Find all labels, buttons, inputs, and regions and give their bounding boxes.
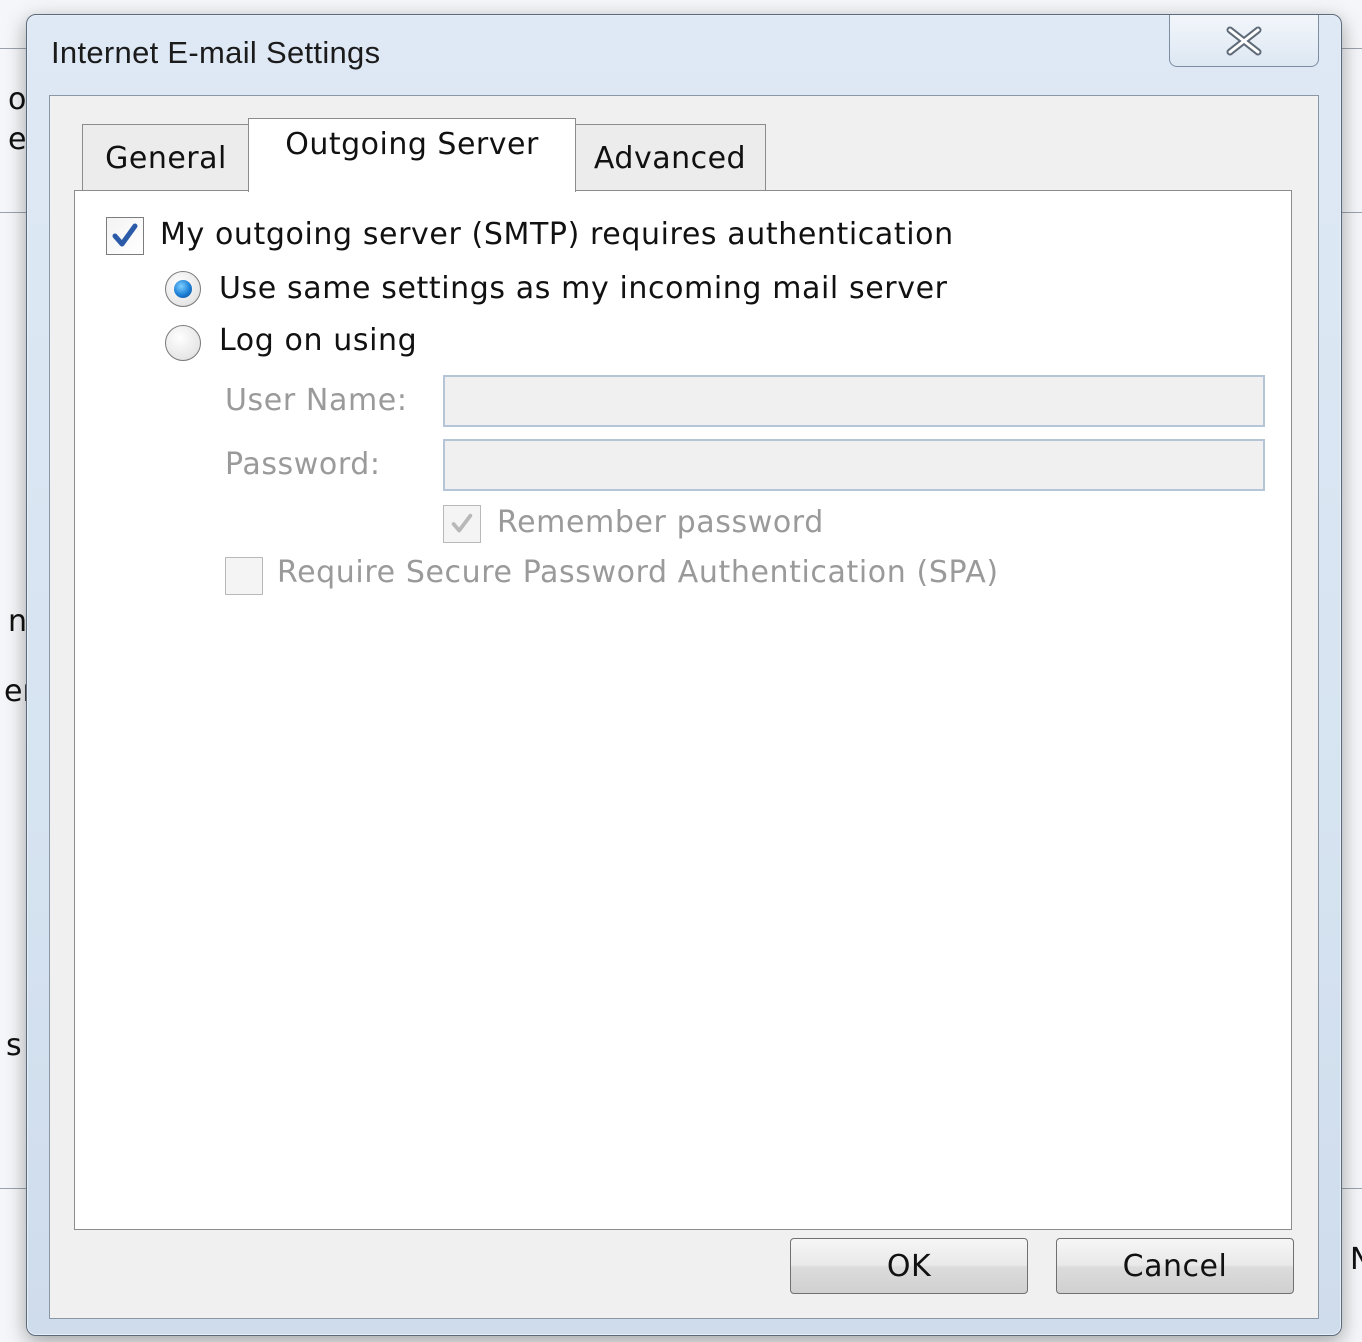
tab-outgoing-server[interactable]: Outgoing Server xyxy=(248,118,576,192)
background-text-fragment: N xyxy=(1350,1242,1362,1277)
log-on-using-label: Log on using xyxy=(219,323,418,358)
tab-general[interactable]: General xyxy=(82,124,250,192)
checkmark-icon xyxy=(112,223,138,247)
smtp-auth-label: My outgoing server (SMTP) requires authe… xyxy=(160,217,954,252)
tab-general-label: General xyxy=(105,141,227,176)
password-label: Password: xyxy=(225,447,381,482)
smtp-auth-checkbox[interactable] xyxy=(106,217,144,255)
cancel-button[interactable]: Cancel xyxy=(1056,1238,1294,1294)
radio-selected-dot xyxy=(174,280,192,298)
ok-button-label: OK xyxy=(886,1248,932,1284)
background-text-fragment: n xyxy=(8,604,28,639)
outgoing-server-panel: My outgoing server (SMTP) requires authe… xyxy=(74,190,1292,1230)
internet-email-settings-dialog: Internet E-mail Settings General Outgoin… xyxy=(26,14,1342,1336)
dialog-title: Internet E-mail Settings xyxy=(51,35,381,70)
tab-advanced-label: Advanced xyxy=(593,141,747,176)
close-icon xyxy=(1226,26,1262,55)
background-text-fragment: s xyxy=(6,1028,22,1063)
tab-outgoing-server-label: Outgoing Server xyxy=(285,127,539,162)
password-input[interactable] xyxy=(443,439,1265,491)
log-on-using-radio[interactable] xyxy=(165,325,201,361)
remember-password-label: Remember password xyxy=(497,505,824,540)
spa-checkbox[interactable] xyxy=(225,557,263,595)
checkmark-icon xyxy=(451,513,473,533)
username-input[interactable] xyxy=(443,375,1265,427)
dialog-client-area: General Outgoing Server Advanced My outg… xyxy=(49,95,1319,1319)
use-same-settings-radio[interactable] xyxy=(165,271,201,307)
spa-label: Require Secure Password Authentication (… xyxy=(277,555,999,590)
cancel-button-label: Cancel xyxy=(1122,1248,1228,1284)
background-text-fragment: e xyxy=(8,122,27,157)
tab-advanced[interactable]: Advanced xyxy=(574,124,766,192)
use-same-settings-label: Use same settings as my incoming mail se… xyxy=(219,271,948,306)
background-text-fragment: o xyxy=(8,82,27,117)
username-label: User Name: xyxy=(225,383,408,418)
close-button[interactable] xyxy=(1169,15,1319,67)
ok-button[interactable]: OK xyxy=(790,1238,1028,1294)
remember-password-checkbox[interactable] xyxy=(443,505,481,543)
